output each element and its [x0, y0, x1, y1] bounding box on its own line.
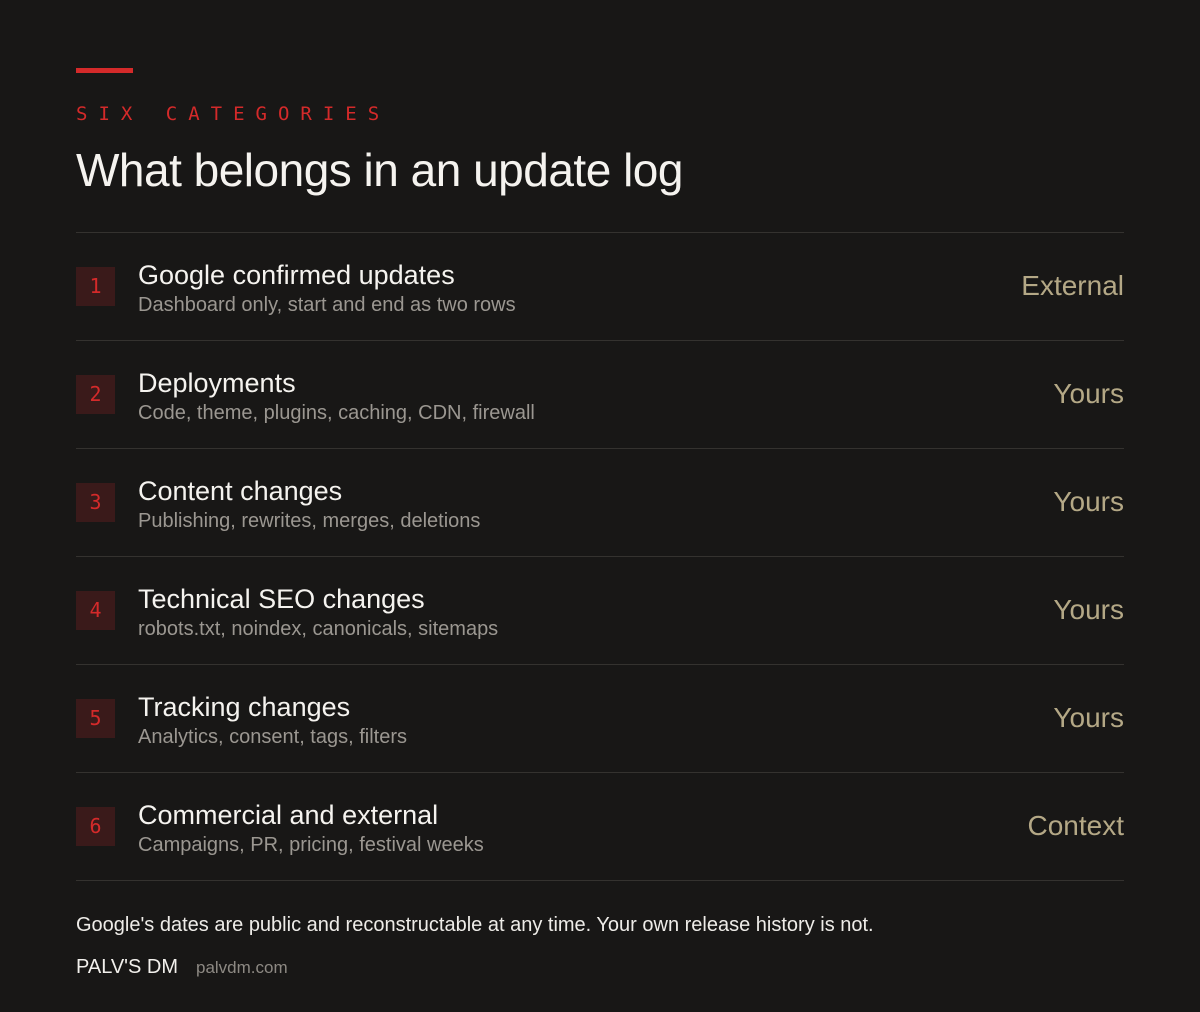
category-row-2: 2 Deployments Code, theme, plugins, cach…	[76, 341, 1124, 449]
category-title: Deployments	[138, 368, 296, 398]
category-description: Publishing, rewrites, merges, deletions	[138, 510, 481, 532]
brand-name: PALV'S DM	[76, 956, 178, 978]
category-tag: External	[1021, 270, 1124, 301]
category-row-3: 3 Content changes Publishing, rewrites, …	[76, 449, 1124, 557]
category-list: 1 Google confirmed updates Dashboard onl…	[76, 232, 1124, 881]
category-title: Tracking changes	[138, 692, 351, 722]
page: SIX CATEGORIES What belongs in an update…	[0, 0, 1200, 1012]
category-row-1: 1 Google confirmed updates Dashboard onl…	[76, 233, 1124, 341]
footnote: Google's dates are public and reconstruc…	[76, 914, 874, 936]
category-title: Commercial and external	[138, 800, 439, 830]
category-description: Campaigns, PR, pricing, festival weeks	[138, 834, 484, 856]
kicker-label: SIX CATEGORIES	[76, 103, 391, 125]
category-number-badge: 6	[76, 807, 115, 846]
category-tag: Yours	[1053, 702, 1124, 733]
page-title: What belongs in an update log	[76, 144, 683, 196]
category-title: Technical SEO changes	[138, 584, 425, 614]
category-tag: Context	[1027, 810, 1125, 841]
category-title: Google confirmed updates	[138, 260, 455, 290]
category-number-badge: 3	[76, 483, 115, 522]
category-tag: Yours	[1053, 594, 1124, 625]
category-description: robots.txt, noindex, canonicals, sitemap…	[138, 618, 499, 640]
accent-bar	[76, 68, 133, 73]
brand-domain: palvdm.com	[196, 958, 288, 977]
category-number-badge: 2	[76, 375, 115, 414]
category-number-badge: 4	[76, 591, 115, 630]
category-number-badge: 5	[76, 699, 115, 738]
category-row-5: 5 Tracking changes Analytics, consent, t…	[76, 665, 1124, 773]
category-tag: Yours	[1053, 378, 1124, 409]
category-number-badge: 1	[76, 267, 115, 306]
category-description: Dashboard only, start and end as two row…	[138, 294, 516, 316]
category-title: Content changes	[138, 476, 343, 506]
category-row-6: 6 Commercial and external Campaigns, PR,…	[76, 773, 1124, 881]
category-tag: Yours	[1053, 486, 1124, 517]
category-description: Code, theme, plugins, caching, CDN, fire…	[138, 402, 535, 424]
category-description: Analytics, consent, tags, filters	[138, 726, 408, 748]
category-row-4: 4 Technical SEO changes robots.txt, noin…	[76, 557, 1124, 665]
